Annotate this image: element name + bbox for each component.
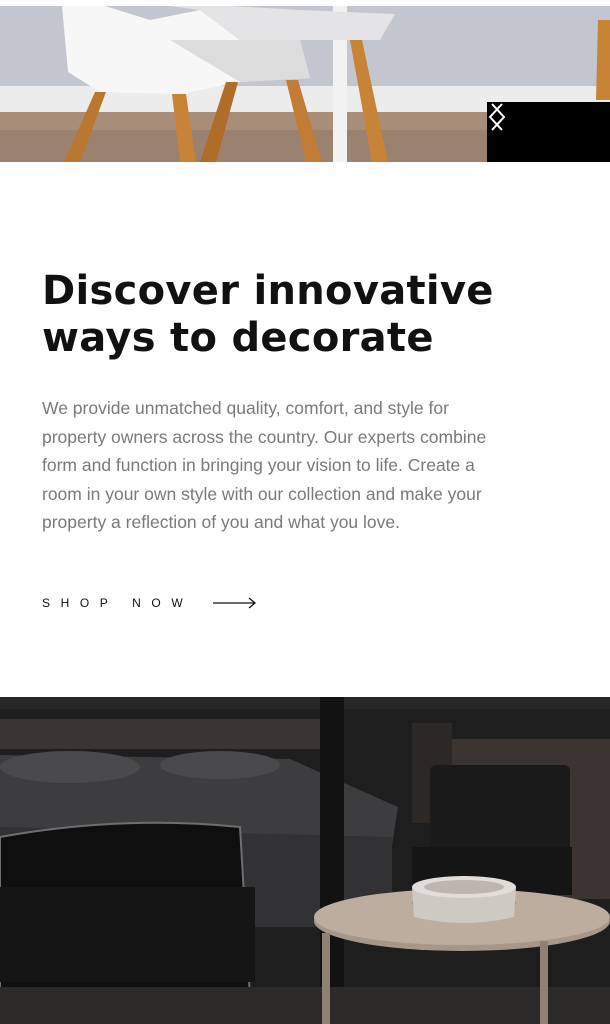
bedroom-illustration (0, 697, 610, 1024)
slider-next-button[interactable] (491, 103, 599, 152)
hero-image (0, 0, 610, 162)
hero-top-edge (0, 0, 610, 6)
shop-now-label: SHOP NOW (42, 596, 194, 610)
description-line: room in your own style with our collecti… (42, 483, 482, 504)
arrow-right-icon (213, 597, 257, 609)
title-line-1: Discover innovative (42, 268, 494, 314)
shop-now-link[interactable]: SHOP NOW (42, 596, 257, 610)
chevron-right-icon (491, 103, 506, 131)
description-paragraph: We provide unmatched quality, comfort, a… (42, 394, 572, 537)
description-line: form and function in bringing your visio… (42, 455, 475, 476)
page-title: Discover innovative ways to decorate (42, 268, 572, 362)
title-line-2: ways to decorate (42, 315, 434, 361)
slider-controls (487, 102, 610, 162)
intro-section: Discover innovative ways to decorate We … (42, 268, 572, 537)
bedroom-image (0, 697, 610, 1024)
description-line: property owners across the country. Our … (42, 426, 487, 447)
description-line: property a reflection of you and what yo… (42, 512, 400, 533)
description-line: We provide unmatched quality, comfort, a… (42, 398, 449, 418)
